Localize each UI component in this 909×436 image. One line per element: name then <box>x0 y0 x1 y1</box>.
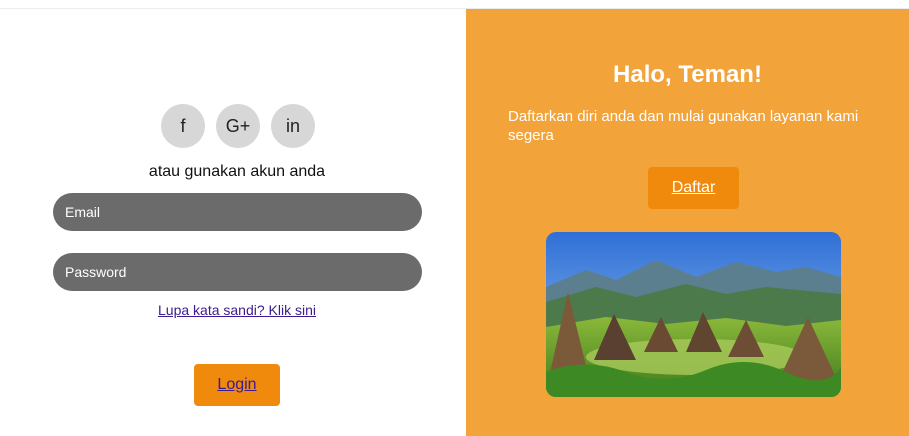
landscape-illustration <box>546 232 841 397</box>
alternate-login-text: atau gunakan akun anda <box>148 163 326 180</box>
login-button[interactable]: Login <box>194 364 280 406</box>
forgot-password-link[interactable]: Lupa kata sandi? Klik sini <box>0 302 474 318</box>
signup-description: Daftarkan diri anda dan mulai gunakan la… <box>508 108 859 144</box>
village-landscape-image <box>546 232 841 397</box>
social-login-row: f G+ in <box>161 104 315 148</box>
google-plus-button[interactable]: G+ <box>216 104 260 148</box>
facebook-button[interactable]: f <box>161 104 205 148</box>
signup-button[interactable]: Daftar <box>648 167 739 209</box>
password-input[interactable] <box>53 253 422 291</box>
login-panel: f G+ in atau gunakan akun anda Lupa kata… <box>0 9 466 436</box>
email-input[interactable] <box>53 193 422 231</box>
signup-panel: Halo, Teman! Daftarkan diri anda dan mul… <box>466 9 909 436</box>
linkedin-button[interactable]: in <box>271 104 315 148</box>
greeting-title: Halo, Teman! <box>613 61 762 88</box>
